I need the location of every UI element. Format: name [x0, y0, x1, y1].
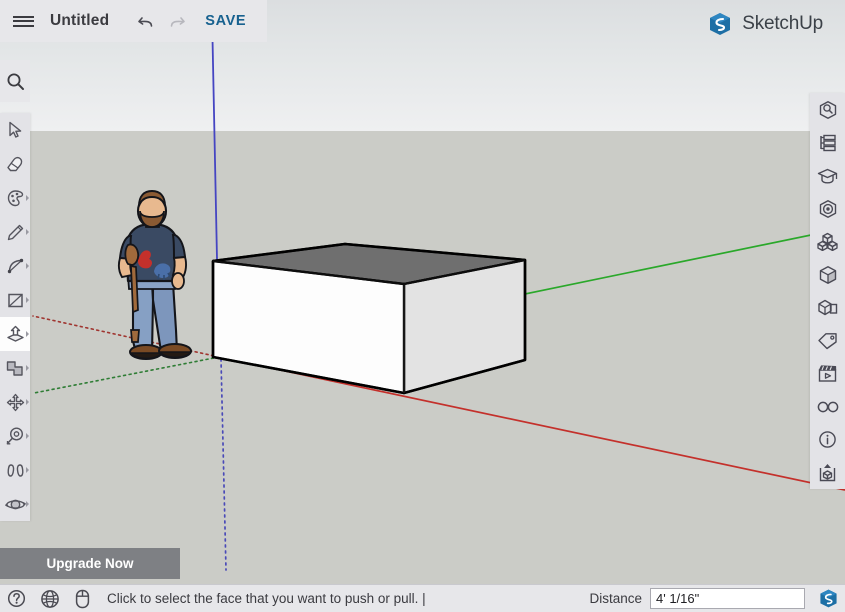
scale-figure-person [118, 190, 193, 360]
axis-blue-negative [220, 358, 227, 571]
globe-icon[interactable] [33, 585, 66, 612]
axes-dotted [32, 315, 227, 571]
flyout-arrow-icon[interactable] [25, 365, 29, 371]
tool-arc[interactable] [0, 249, 30, 283]
panel-search-model[interactable] [810, 93, 845, 126]
tool-eraser[interactable] [0, 147, 30, 181]
search-tool-button[interactable] [0, 60, 30, 102]
flyout-arrow-icon[interactable] [25, 331, 29, 337]
upgrade-now-button[interactable]: Upgrade Now [0, 548, 180, 579]
panel-export[interactable] [810, 456, 845, 489]
offset-shapes-icon [6, 360, 23, 376]
flyout-arrow-icon[interactable] [25, 467, 29, 473]
rectangular-box-model [211, 242, 527, 395]
brand-name: SketchUp [742, 13, 823, 34]
distance-label: Distance [589, 591, 642, 606]
export-box-icon [819, 463, 836, 481]
tape-measure-icon [6, 426, 24, 444]
flyout-arrow-icon[interactable] [25, 501, 29, 507]
outliner-tree-icon [819, 134, 836, 151]
3d-viewport[interactable] [0, 0, 845, 584]
sketchup-web-app: Untitled SAVE SketchUp Upgrade Now Click… [0, 0, 845, 612]
tool-push-pull[interactable] [0, 317, 30, 351]
move-arrows-icon [6, 393, 24, 411]
styles-target-icon [819, 199, 836, 218]
panel-model-info[interactable] [810, 423, 845, 456]
flyout-arrow-icon[interactable] [25, 229, 29, 235]
cube-pieces-icon [818, 299, 838, 316]
redo-arrow-icon[interactable] [161, 0, 191, 42]
brand-logo: SketchUp [707, 11, 823, 37]
tool-walk[interactable] [0, 453, 30, 487]
mouse-icon[interactable] [66, 585, 99, 612]
left-tool-palette [0, 113, 30, 521]
right-panel-palette [810, 93, 845, 489]
push-pull-icon [6, 325, 24, 342]
graduation-cap-icon [817, 168, 838, 184]
tag-icon [818, 332, 837, 349]
tool-move[interactable] [0, 385, 30, 419]
tool-select[interactable] [0, 113, 30, 147]
sketchup-logo-icon [811, 585, 845, 612]
tool-rectangle[interactable] [0, 283, 30, 317]
cube-face-icon [819, 265, 836, 284]
tool-orbit[interactable] [0, 487, 30, 521]
tool-follow-me[interactable] [0, 351, 30, 385]
arc-icon [7, 258, 23, 273]
flyout-arrow-icon[interactable] [25, 433, 29, 439]
flyout-arrow-icon[interactable] [25, 263, 29, 269]
panel-materials[interactable] [810, 258, 845, 291]
panel-styles[interactable] [810, 192, 845, 225]
question-circle-icon[interactable] [0, 585, 33, 612]
tool-line[interactable] [0, 215, 30, 249]
panel-tags[interactable] [810, 324, 845, 357]
status-bar: Click to select the face that you want t… [0, 584, 845, 612]
tool-paint[interactable] [0, 181, 30, 215]
flyout-arrow-icon[interactable] [25, 399, 29, 405]
stacked-cubes-icon [817, 232, 838, 251]
info-circle-icon [819, 431, 836, 448]
document-title[interactable]: Untitled [50, 12, 109, 30]
tool-tape-measure[interactable] [0, 419, 30, 453]
panel-learn[interactable] [810, 159, 845, 192]
paint-bucket-icon [7, 189, 23, 206]
panel-display[interactable] [810, 390, 845, 423]
save-button[interactable]: SAVE [205, 13, 246, 29]
magnifier-icon [7, 73, 24, 90]
scene-geometry [32, 13, 845, 571]
footprints-icon [7, 463, 23, 477]
flyout-arrow-icon[interactable] [25, 297, 29, 303]
sketchup-logo-icon [710, 13, 731, 35]
film-clapper-icon [818, 365, 837, 382]
cube-magnifier-icon [819, 100, 836, 119]
hamburger-menu-icon[interactable] [0, 0, 46, 42]
undo-arrow-icon[interactable] [131, 0, 161, 42]
panel-outliner[interactable] [810, 126, 845, 159]
eraser-icon [7, 156, 23, 172]
distance-input[interactable] [650, 588, 805, 609]
panel-entity-info[interactable] [810, 291, 845, 324]
flyout-arrow-icon[interactable] [25, 195, 29, 201]
panel-components[interactable] [810, 225, 845, 258]
rectangle-icon [7, 293, 23, 307]
glasses-icon [817, 401, 838, 412]
status-message: Click to select the face that you want t… [107, 591, 426, 606]
pencil-icon [7, 224, 23, 240]
top-toolbar: Untitled SAVE [0, 0, 267, 42]
axis-green-negative [33, 356, 220, 394]
panel-scenes[interactable] [810, 357, 845, 390]
cursor-arrow-icon [8, 121, 21, 138]
orbit-icon [4, 499, 26, 509]
